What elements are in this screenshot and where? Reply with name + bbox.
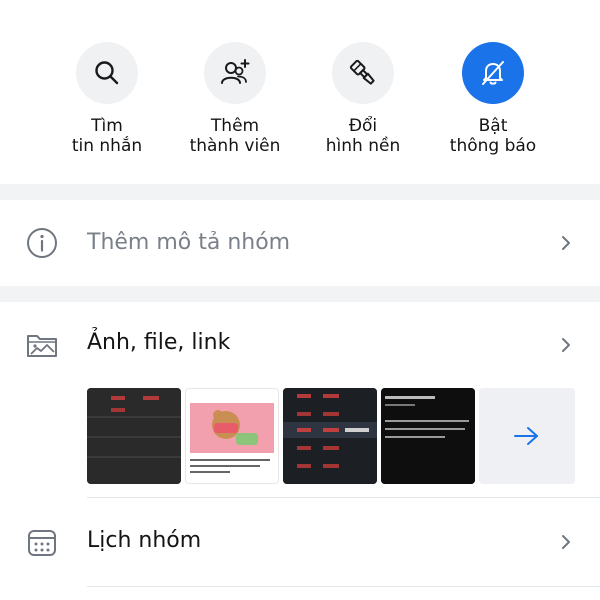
calendar-icon <box>28 530 56 556</box>
chevron-right-icon <box>558 534 574 550</box>
group-settings-page: Tìm tin nhắn Thêm thành viên Đổi hình nề… <box>0 0 600 600</box>
action-label-line2: thông báo <box>449 136 537 156</box>
media-thumbnail-strip <box>87 388 575 484</box>
search-icon <box>95 61 119 85</box>
section-separator <box>0 286 600 302</box>
row-divider <box>87 586 600 587</box>
media-thumbnail[interactable] <box>185 388 279 484</box>
add-member-icon <box>221 59 250 84</box>
media-thumbnail[interactable] <box>87 388 181 484</box>
add-group-description-label: Thêm mô tả nhóm <box>87 230 291 255</box>
info-icon <box>27 228 57 258</box>
media-thumbnail[interactable] <box>381 388 475 484</box>
paint-brush-icon <box>349 59 375 85</box>
bell-off-icon-circle <box>462 42 524 104</box>
search-icon-circle <box>76 42 138 104</box>
paint-brush-icon-circle <box>332 42 394 104</box>
arrow-right-icon <box>514 427 538 445</box>
group-calendar-row[interactable]: Lịch nhóm <box>0 498 600 586</box>
media-thumbnail[interactable] <box>283 388 377 484</box>
add-member-icon-circle <box>204 42 266 104</box>
calendar-icon-wrap <box>24 524 60 560</box>
chevron-right-icon <box>558 235 574 251</box>
group-calendar-label: Lịch nhóm <box>87 528 202 553</box>
section-separator <box>0 184 600 200</box>
info-icon-wrap <box>24 225 60 261</box>
enable-notifications-label: Bật thông báo <box>413 116 573 156</box>
add-group-description-row[interactable]: Thêm mô tả nhóm <box>0 200 600 286</box>
chevron-right-icon <box>558 337 574 353</box>
photo-folder-icon-wrap <box>24 327 60 363</box>
bell-off-icon <box>482 61 504 85</box>
media-files-links-label: Ảnh, file, link <box>87 330 231 355</box>
media-files-links-row[interactable]: Ảnh, file, link <box>0 302 600 382</box>
photo-folder-icon <box>27 335 57 357</box>
enable-notifications-button[interactable]: Bật thông báo <box>413 42 573 172</box>
see-all-media-button[interactable] <box>479 388 575 484</box>
quick-actions: Tìm tin nhắn Thêm thành viên Đổi hình nề… <box>0 0 600 182</box>
action-label-line1: Bật <box>478 116 508 136</box>
